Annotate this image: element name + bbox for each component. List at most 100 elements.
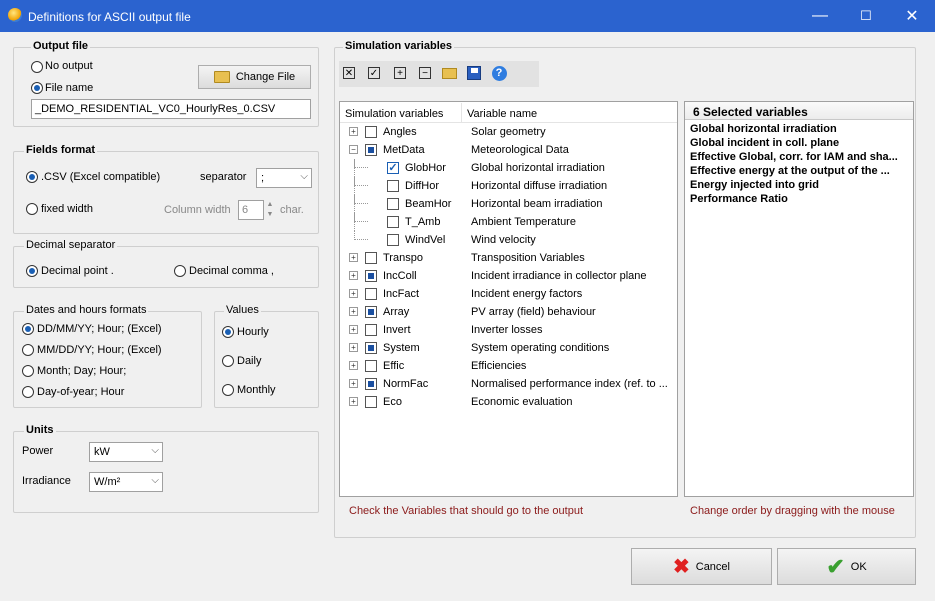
tree-row[interactable]: + Invert Inverter losses [340,321,677,339]
selected-variable-item[interactable]: Global horizontal irradiation [690,123,908,137]
variable-code: Array [383,306,410,318]
maximize-button[interactable]: ☐ [843,0,889,32]
hourly-radio[interactable] [222,326,234,338]
variable-checkbox[interactable] [365,144,377,156]
column-width-spinner[interactable]: ▲ ▼ [265,200,275,220]
tree-row[interactable]: + Eco Economic evaluation [340,393,677,411]
expand-icon[interactable]: + [349,397,358,406]
uncheck-all-icon[interactable]: ✕ [341,65,357,81]
save-icon[interactable] [466,65,482,81]
expand-icon[interactable]: + [349,343,358,352]
expand-icon[interactable]: + [349,361,358,370]
variable-code: Eco [383,396,402,408]
chevron-down-icon: ⌵ [300,171,308,182]
units-group [13,431,319,513]
help-icon[interactable]: ? [491,65,507,81]
chevron-down-icon: ⌵ [151,445,159,456]
tree-row[interactable]: + Effic Efficiencies [340,357,677,375]
change-file-button[interactable]: Change File [198,65,311,89]
selected-variable-item[interactable]: Effective Global, corr. for IAM and sha.… [690,151,908,165]
expand-icon[interactable]: + [349,379,358,388]
selected-variable-item[interactable]: Global incident in coll. plane [690,137,908,151]
selected-variable-item[interactable]: Energy injected into grid [690,179,908,193]
date-format-radio-3[interactable] [22,365,34,377]
power-value: kW [94,446,110,458]
variable-checkbox[interactable] [365,378,377,390]
tree-row[interactable]: − MetData Meteorological Data [340,141,677,159]
cancel-button[interactable]: ✖ Cancel [631,548,772,585]
variable-checkbox[interactable] [387,198,399,210]
expand-icon[interactable]: + [349,289,358,298]
separator-select[interactable]: ; ⌵ [256,168,312,188]
variable-checkbox[interactable] [365,288,377,300]
variable-checkbox[interactable] [387,234,399,246]
date-format-radio-2[interactable] [22,344,34,356]
close-button[interactable]: ✕ [889,0,935,32]
variable-checkbox[interactable] [387,216,399,228]
collapse-icon[interactable]: − [349,145,358,154]
power-select[interactable]: kW ⌵ [89,442,163,462]
variable-checkbox[interactable] [365,306,377,318]
expand-icon[interactable]: + [349,253,358,262]
variable-code: DiffHor [405,180,440,192]
variable-checkbox[interactable] [365,252,377,264]
date-format-radio-4[interactable] [22,386,34,398]
tree-row[interactable]: + Array PV array (field) behaviour [340,303,677,321]
column-width-field[interactable]: 6 [238,200,264,220]
csv-radio[interactable] [26,171,38,183]
chevron-down-icon: ⌵ [151,475,159,486]
tree-row[interactable]: + Transpo Transposition Variables [340,249,677,267]
tree-row[interactable]: + IncFact Incident energy factors [340,285,677,303]
variable-name: Transposition Variables [471,252,585,264]
fixed-width-radio[interactable] [26,203,38,215]
expand-icon[interactable]: + [349,307,358,316]
minimize-button[interactable]: — [797,0,843,32]
variable-checkbox[interactable] [365,360,377,372]
tree-row[interactable]: + NormFac Normalised performance index (re… [340,375,677,393]
expand-icon[interactable]: + [349,325,358,334]
tree-row[interactable]: BeamHor Horizontal beam irradiation [340,195,677,213]
variable-name: Horizontal beam irradiation [471,198,603,210]
tree-row[interactable]: T_Amb Ambient Temperature [340,213,677,231]
daily-radio[interactable] [222,355,234,367]
tree-row[interactable]: + Angles Solar geometry [340,123,677,141]
selected-variable-item[interactable]: Performance Ratio [690,193,908,207]
selected-variables-list[interactable]: 6 Selected variables Global horizontal i… [684,101,914,497]
selected-variable-item[interactable]: Effective energy at the output of the ..… [690,165,908,179]
expand-icon[interactable]: + [349,271,358,280]
decimal-point-radio[interactable] [26,265,38,277]
tree-row[interactable]: + IncColl Incident irradiance in collector… [340,267,677,285]
collapse-all-icon[interactable]: − [417,65,433,81]
separator-value: ; [261,172,265,184]
decimal-comma-radio[interactable] [174,265,186,277]
variable-name: Horizontal diffuse irradiation [471,180,608,192]
char-label: char. [280,204,304,216]
check-all-icon[interactable]: ✓ [366,65,382,81]
tree-row[interactable]: WindVel Wind velocity [340,231,677,249]
tree-column-header-name[interactable]: Variable name [467,108,537,120]
variable-checkbox[interactable] [365,342,377,354]
irradiance-select[interactable]: W/m² ⌵ [89,472,163,492]
ok-button[interactable]: ✔ OK [777,548,916,585]
open-folder-icon[interactable] [441,65,457,81]
date-format-radio-1[interactable] [22,323,34,335]
tree-column-header-variables[interactable]: Simulation variables [345,108,443,120]
variable-checkbox[interactable] [365,396,377,408]
monthly-radio[interactable] [222,384,234,396]
tree-row[interactable]: + System System operating conditions [340,339,677,357]
tree-row[interactable]: GlobHor Global horizontal irradiation [340,159,677,177]
separator-label: separator [200,171,247,183]
tree-row[interactable]: DiffHor Horizontal diffuse irradiation [340,177,677,195]
expand-icon[interactable]: + [349,127,358,136]
variable-checkbox[interactable] [387,180,399,192]
variable-checkbox[interactable] [365,324,377,336]
expand-all-icon[interactable]: + [392,65,408,81]
file-name-field[interactable]: _DEMO_RESIDENTIAL_VC0_HourlyRes_0.CSV [31,99,311,119]
variable-code: IncColl [383,270,417,282]
variable-checkbox[interactable] [365,126,377,138]
fixed-width-label: fixed width [41,203,93,215]
variable-checkbox[interactable] [365,270,377,282]
no-output-radio[interactable] [31,61,43,73]
variable-checkbox[interactable] [387,162,399,174]
file-name-radio[interactable] [31,82,43,94]
